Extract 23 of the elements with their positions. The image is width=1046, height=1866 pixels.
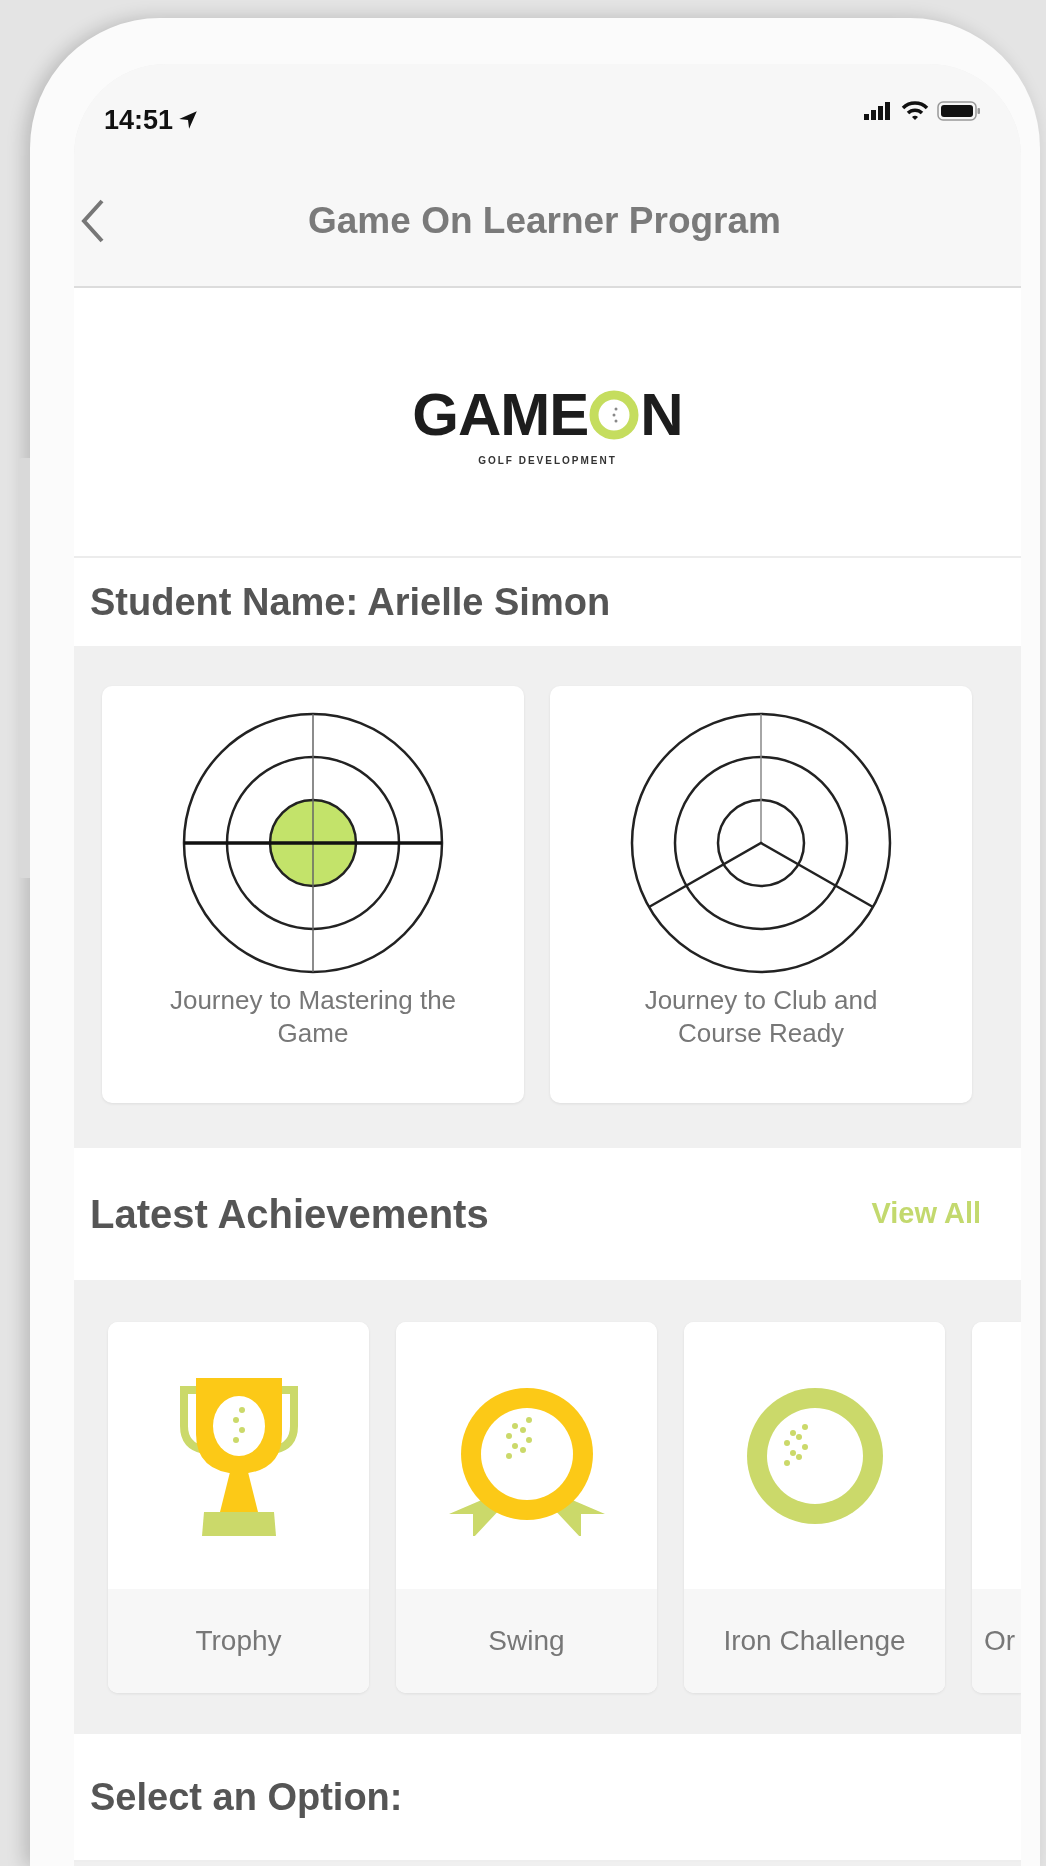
journey-label: Journey to Club and Course Ready [643,984,879,1049]
achievement-card[interactable]: Swing [396,1322,657,1693]
journey-label: Journey to Mastering the Game [168,984,458,1049]
achievement-label: Or [972,1589,1021,1693]
section-title: Select an Option: [90,1774,403,1820]
battery-icon [937,100,981,122]
wifi-icon [901,101,929,121]
journey-card[interactable]: Journey to Mastering the Game [102,686,524,1103]
achievement-card[interactable]: Iron Challenge [684,1322,945,1693]
achievement-label: Trophy [108,1589,369,1693]
status-time: 14:51 [104,104,174,137]
signal-icon [863,101,893,121]
section-title: Latest Achievements [90,1191,489,1238]
achievement-label: Iron Challenge [684,1589,945,1693]
journey-card[interactable]: Journey to Club and Course Ready [550,686,972,1103]
achievement-card[interactable]: Or [972,1322,1021,1693]
trophy-icon [179,1375,298,1536]
achievement-label: Swing [396,1589,657,1693]
student-name: Student Name: Arielle Simon [90,579,611,625]
logo: GAME N [412,384,683,445]
achievement-card[interactable]: Trophy [108,1322,369,1693]
screen-title: Game On Learner Program [307,199,782,244]
logo-tagline: GOLF DEVELOPMENT [478,453,617,468]
